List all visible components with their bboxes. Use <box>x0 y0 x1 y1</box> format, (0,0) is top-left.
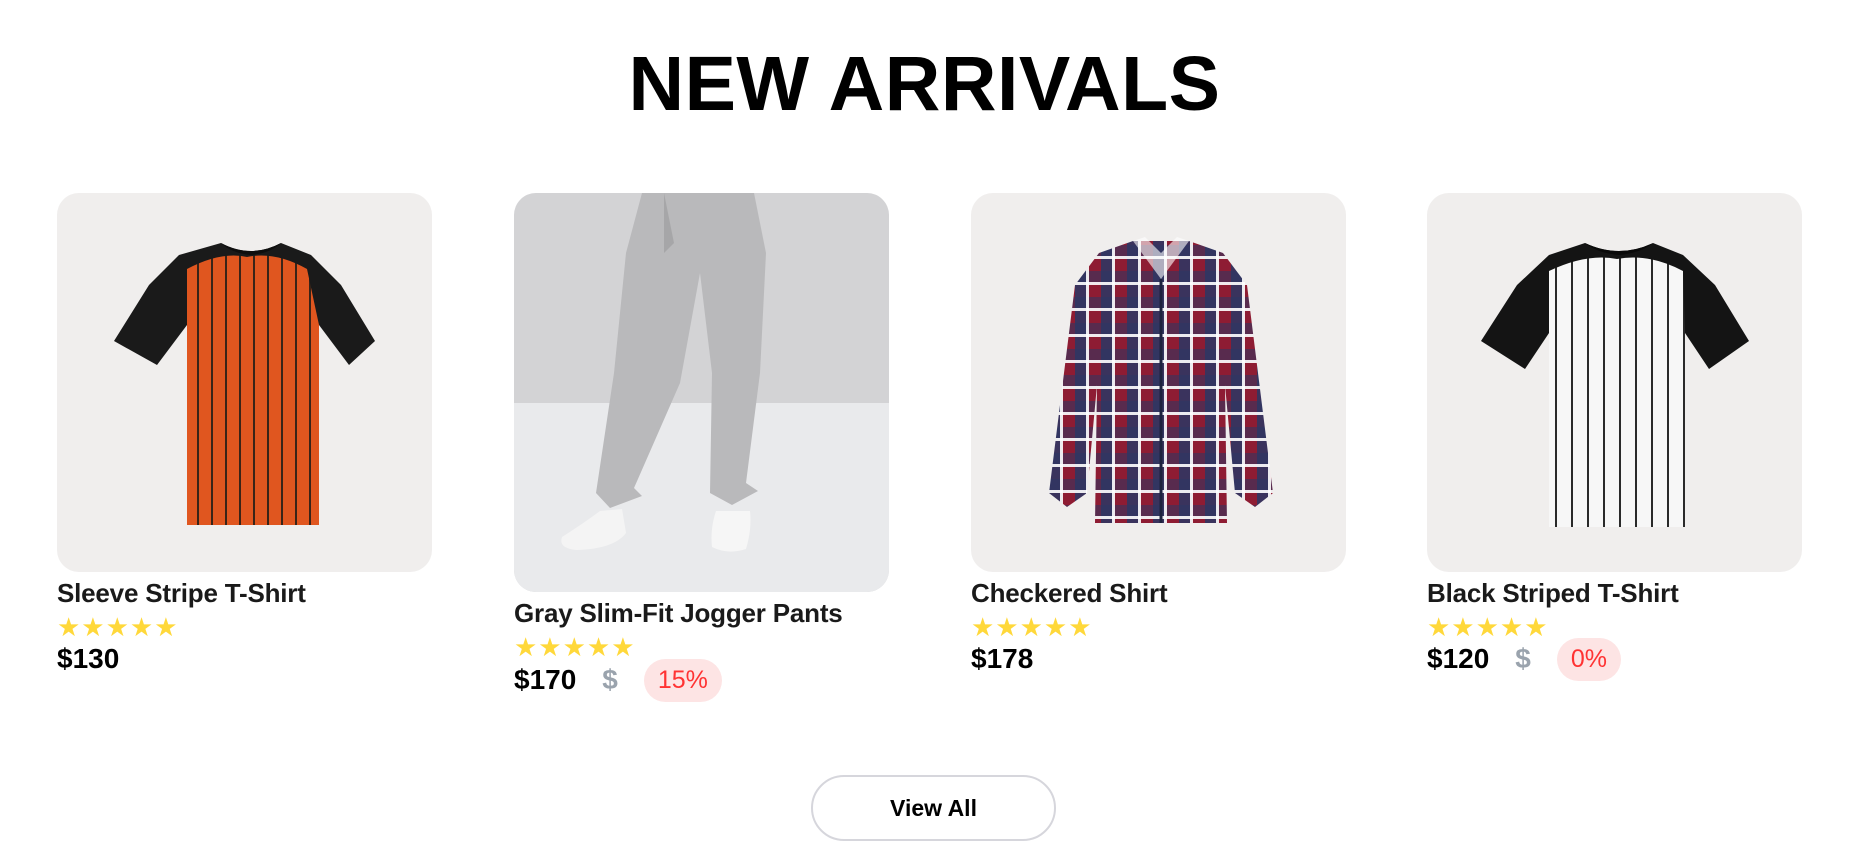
section-title: NEW ARRIVALS <box>628 41 1221 127</box>
price-row: $120 $ 0% <box>1427 637 1622 681</box>
product-name[interactable]: Checkered Shirt <box>971 578 1391 609</box>
product-price: $130 <box>57 643 120 674</box>
product-image-orange-striped-tshirt[interactable] <box>57 193 432 572</box>
original-price: $ <box>602 664 618 695</box>
price-row: $178 <box>971 637 1033 681</box>
price-row: $130 <box>57 637 119 681</box>
shirt-illustration <box>1049 237 1273 523</box>
tshirt-illustration <box>1481 243 1749 527</box>
discount-badge: 15% <box>643 658 722 702</box>
original-price: $ <box>1515 643 1531 674</box>
product-image-gray-jogger-pants[interactable] <box>514 193 889 592</box>
product-name[interactable]: Gray Slim-Fit Jogger Pants <box>514 598 934 629</box>
product-name[interactable]: Black Striped T-Shirt <box>1427 578 1847 609</box>
new-arrivals-page: NEW ARRIVALS Sleeve Stripe T-Shirt ★★★★★… <box>0 0 1849 867</box>
discount-badge: 0% <box>1556 637 1622 681</box>
product-name[interactable]: Sleeve Stripe T-Shirt <box>57 578 477 609</box>
product-price: $120 <box>1427 643 1490 674</box>
pants-illustration <box>561 193 766 552</box>
tshirt-illustration <box>114 243 375 525</box>
view-all-button[interactable]: View All <box>811 775 1056 841</box>
product-image-black-striped-tshirt[interactable] <box>1427 193 1802 572</box>
product-price: $170 <box>514 664 577 695</box>
product-image-checkered-shirt[interactable] <box>971 193 1346 572</box>
product-price: $178 <box>971 643 1034 674</box>
price-row: $170 $ 15% <box>514 658 722 702</box>
